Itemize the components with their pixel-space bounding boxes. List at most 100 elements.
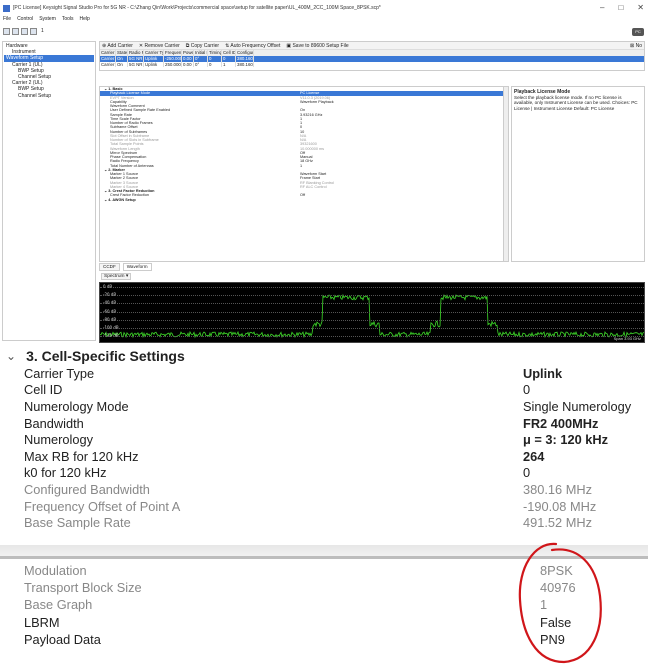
- setting-row[interactable]: Bandwidth FR2 400MHz: [0, 415, 648, 432]
- setting-row[interactable]: Modulation 8PSK: [0, 563, 648, 580]
- copy-carrier-button[interactable]: ⧉ Copy Carrier: [186, 43, 219, 49]
- download-icon[interactable]: [30, 27, 37, 35]
- setting-value: 0: [523, 382, 531, 398]
- setting-label: Transport Block Size: [24, 580, 142, 596]
- close-button[interactable]: ✕: [637, 3, 644, 12]
- property-name: ⌄ 4. AWGN Setup: [100, 198, 300, 202]
- save-setup-button[interactable]: ▣ Save to 89600 Setup File: [286, 43, 348, 49]
- setting-row[interactable]: Numerology μ = 3: 120 kHz: [0, 431, 648, 448]
- setting-row[interactable]: Payload Data PN9: [0, 632, 648, 649]
- minimize-button[interactable]: –: [600, 3, 604, 12]
- title-bar: [PC License] Keysight Signal Studio Pro …: [0, 0, 648, 16]
- navigation-tree: Hardware Instrument Waveform Setup Carrier …: [2, 41, 96, 341]
- setting-value: FR2 400MHz: [523, 415, 599, 431]
- menu-tools[interactable]: Tools: [62, 16, 74, 25]
- setting-label: Carrier Type: [24, 365, 95, 381]
- auto-frequency-offset-button[interactable]: ⇅ Auto Frequency Offset: [225, 43, 280, 49]
- open-file-icon[interactable]: [12, 27, 19, 35]
- main-toolbar: 1: [0, 26, 648, 36]
- new-file-icon[interactable]: [3, 27, 10, 35]
- section-title: 3. Cell-Specific Settings: [26, 347, 185, 364]
- tab-ccdf[interactable]: CCDF: [99, 263, 120, 271]
- carrier-cell: 0.00: [182, 61, 194, 68]
- carrier-cell: Carrier: [101, 61, 116, 68]
- tab-waveform[interactable]: Waveform: [122, 263, 152, 271]
- setting-value: 40976: [540, 580, 576, 596]
- menu-control[interactable]: Control: [17, 16, 33, 25]
- property-scrollbar[interactable]: [503, 87, 508, 261]
- spectrum-dropdown[interactable]: Spectrum ▾: [101, 273, 132, 280]
- setting-value: False: [540, 614, 572, 630]
- carrier-toolbar: ⊕ Add Carrier ✕ Remove Carrier ⧉ Copy Ca…: [100, 42, 644, 50]
- maximize-button[interactable]: □: [618, 3, 623, 12]
- carrier-cell: Uplink: [144, 61, 164, 68]
- setting-label: Modulation: [24, 563, 87, 578]
- carrier-cell: 1: [222, 61, 236, 68]
- setting-row[interactable]: Carrier Type Uplink: [0, 365, 648, 382]
- help-panel: Playback License Mode Select the playbac…: [511, 86, 645, 262]
- menu-file[interactable]: File: [3, 16, 11, 25]
- window-controls: – □ ✕: [600, 3, 644, 12]
- tree-item[interactable]: Channel Setup: [4, 93, 94, 99]
- carrier-cell: On: [116, 61, 128, 68]
- remove-carrier-button[interactable]: ✕ Remove Carrier: [139, 43, 180, 49]
- license-badge[interactable]: PC: [632, 28, 644, 36]
- carrier-panel-close[interactable]: ⊠ No: [630, 43, 642, 49]
- setting-label: k0 for 120 kHz: [24, 465, 107, 481]
- spectrum-gridline: [100, 319, 644, 321]
- setting-row[interactable]: Base Graph 1: [0, 597, 648, 614]
- menu-system[interactable]: System: [39, 16, 56, 25]
- setting-value: 0: [523, 465, 531, 481]
- setting-row[interactable]: Numerology Mode Single Numerology: [0, 398, 648, 415]
- spectrum-gridline: [100, 328, 644, 329]
- help-body: Select the playback license mode. If no …: [514, 95, 638, 111]
- view-tabs: CCDF Waveform: [99, 263, 152, 271]
- setting-row[interactable]: Configured Bandwidth 380.16 MHz: [0, 481, 648, 498]
- setting-row[interactable]: Transport Block Size 40976: [0, 580, 648, 597]
- setting-value: 1: [540, 597, 548, 613]
- add-carrier-button[interactable]: ⊕ Add Carrier: [102, 43, 133, 49]
- menu-help[interactable]: Help: [80, 16, 90, 25]
- setting-label: Numerology: [24, 432, 93, 448]
- setting-label: Bandwidth: [24, 415, 84, 431]
- section-header[interactable]: ⌄ 3. Cell-Specific Settings: [6, 347, 185, 364]
- spectrum-gridline: [100, 336, 644, 338]
- carrier-row[interactable]: CarrierOn5G NRUplink250.000 MHz0.000°013…: [100, 61, 644, 68]
- cell-specific-settings: ⌄ 3. Cell-Specific Settings Carrier Type…: [0, 345, 648, 545]
- property-row[interactable]: ⌄ 4. AWGN Setup: [100, 198, 508, 202]
- setting-row[interactable]: k0 for 120 kHz 0: [0, 465, 648, 482]
- setting-label: Base Graph: [24, 597, 93, 613]
- run-count: 1: [41, 28, 44, 34]
- carrier-cell: 0: [208, 61, 222, 68]
- carrier-cell: 5G NR: [129, 61, 144, 68]
- setting-row[interactable]: Frequency Offset of Point A -190.08 MHz: [0, 498, 648, 515]
- carrier-cell: 380.160 MHz: [237, 61, 254, 68]
- setting-row[interactable]: LBRM False: [0, 615, 648, 632]
- app-icon: [3, 4, 10, 12]
- property-name-text: 4. AWGN Setup: [108, 197, 136, 202]
- carrier-panel: ⊕ Add Carrier ✕ Remove Carrier ⧉ Copy Ca…: [99, 41, 645, 71]
- spectrum-plot: 0 dB -20 dB -40 dB -60 dB -80 dB -100 dB -120 …: [99, 282, 645, 343]
- save-file-icon[interactable]: [21, 27, 28, 35]
- setting-label: Max RB for 120 kHz: [24, 448, 139, 464]
- carrier-table: CarrierStateRadio F.Carrier TypeFrequenc…: [100, 50, 644, 68]
- property-list: ⌄ 1. Basic Playback License Mode PC Licens…: [100, 87, 508, 202]
- setting-label: LBRM: [24, 614, 60, 630]
- spectrum-gridline: [100, 287, 644, 288]
- property-grid: ⌄ 1. Basic Playback License Mode PC Licens…: [99, 86, 509, 262]
- setting-value: μ = 3: 120 kHz: [523, 432, 609, 448]
- chevron-down-icon[interactable]: ⌄: [6, 349, 16, 363]
- setting-label: Payload Data: [24, 631, 101, 647]
- setting-value: 491.52 MHz: [523, 515, 592, 531]
- setting-value: Uplink: [523, 365, 563, 381]
- spectrum-gridline: [100, 303, 644, 305]
- setting-row[interactable]: Cell ID 0: [0, 382, 648, 399]
- window-title: [PC License] Keysight Signal Studio Pro …: [13, 5, 381, 11]
- spectrum-gridline: [100, 311, 644, 313]
- setting-row[interactable]: Base Sample Rate 491.52 MHz: [0, 514, 648, 531]
- setting-value: 380.16 MHz: [523, 481, 592, 497]
- setting-value: Single Numerology: [523, 398, 632, 414]
- setting-value: 8PSK: [540, 563, 573, 578]
- signal-studio-window: [PC License] Keysight Signal Studio Pro …: [0, 0, 648, 345]
- setting-row[interactable]: Max RB for 120 kHz 264: [0, 448, 648, 465]
